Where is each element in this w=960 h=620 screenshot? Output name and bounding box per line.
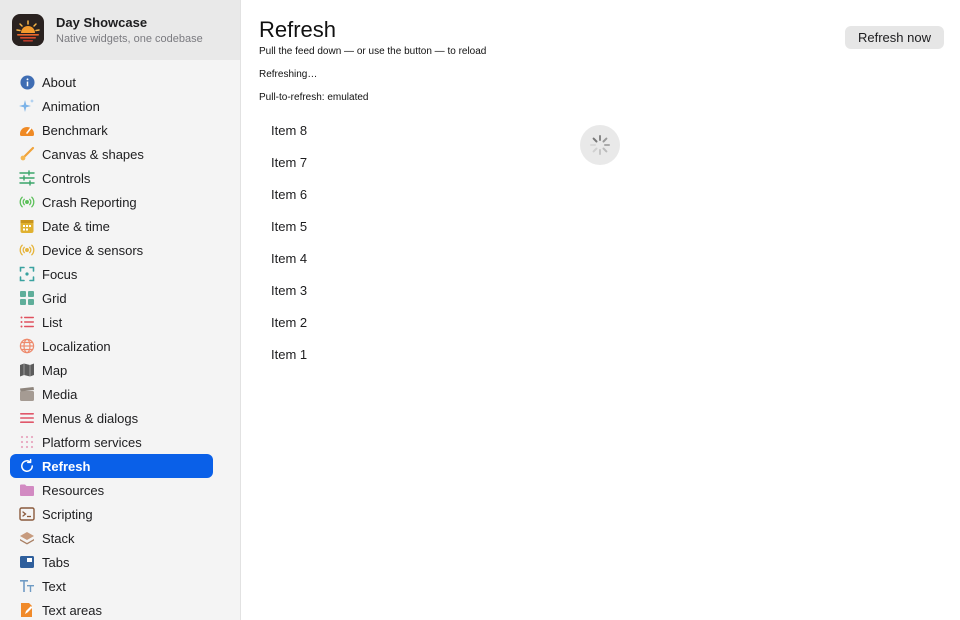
sidebar-item-label: Device & sensors [42,242,144,258]
sidebar-item-label: Map [42,362,68,378]
list-item: Item 2 [271,315,308,330]
sidebar: Day Showcase Native widgets, one codebas… [0,0,241,620]
sidebar-item-tabs[interactable]: Tabs [10,550,213,574]
sidebar-item-label: Crash Reporting [42,194,137,210]
sidebar-nav: About Animation Benchmark Canvas & shapes Co… [10,70,213,620]
layers-icon [19,530,35,546]
map-icon [19,362,35,378]
folder-icon [19,482,35,498]
tabs-icon [19,554,35,570]
app-header: Day Showcase Native widgets, one codebas… [0,0,240,60]
sidebar-item-date-and-time[interactable]: Date & time [10,214,213,238]
broadcast-icon [19,194,35,210]
refresh-status: Refreshing… [259,69,318,80]
app-subtitle: Native widgets, one codebase [56,32,203,45]
list-item: Item 3 [271,283,308,298]
focus-icon [19,266,35,282]
sidebar-item-refresh[interactable]: Refresh [10,454,213,478]
activity-spinner-icon [580,125,620,165]
refresh-mode: Pull-to-refresh: emulated [259,92,369,103]
sidebar-item-label: Focus [42,266,78,282]
sparkles-icon [19,98,35,114]
page-subtitle: Pull the feed down — or use the button —… [259,46,487,57]
sidebar-item-label: Localization [42,338,111,354]
grid-icon [19,290,35,306]
sliders-icon [19,170,35,186]
sidebar-item-label: Menus & dialogs [42,410,139,426]
sidebar-item-list[interactable]: List [10,310,213,334]
sidebar-item-label: Media [42,386,78,402]
sidebar-item-device-and-sensors[interactable]: Device & sensors [10,238,213,262]
dots-grid-icon [19,434,35,450]
sidebar-item-platform-services[interactable]: Platform services [10,430,213,454]
sidebar-item-canvas-and-shapes[interactable]: Canvas & shapes [10,142,213,166]
sidebar-item-animation[interactable]: Animation [10,94,213,118]
list-item: Item 7 [271,155,308,170]
list-item: Item 4 [271,251,308,266]
sidebar-item-label: Tabs [42,554,70,570]
sidebar-item-label: Controls [42,170,91,186]
list-item: Item 6 [271,187,308,202]
sidebar-item-label: Scripting [42,506,93,522]
calendar-icon [19,218,35,234]
sensor-icon [19,242,35,258]
list-item: Item 1 [271,347,308,362]
globe-icon [19,338,35,354]
text-icon [19,578,35,594]
clapperboard-icon [19,386,35,402]
refresh-now-button[interactable]: Refresh now [845,26,944,49]
paintbrush-icon [19,146,35,162]
sidebar-item-resources[interactable]: Resources [10,478,213,502]
sidebar-item-media[interactable]: Media [10,382,213,406]
sidebar-item-text-areas[interactable]: Text areas [10,598,213,620]
sidebar-item-grid[interactable]: Grid [10,286,213,310]
sidebar-item-label: Canvas & shapes [42,146,144,162]
sidebar-item-stack[interactable]: Stack [10,526,213,550]
menu-icon [19,410,35,426]
main-content: Refresh Pull the feed down — or use the … [241,0,960,620]
sidebar-item-controls[interactable]: Controls [10,166,213,190]
sidebar-item-localization[interactable]: Localization [10,334,213,358]
sidebar-item-label: List [42,314,63,330]
app-title: Day Showcase [56,14,148,30]
sidebar-item-menus-and-dialogs[interactable]: Menus & dialogs [10,406,213,430]
sunset-logo-icon [12,14,44,46]
sidebar-item-label: Benchmark [42,122,108,138]
sidebar-item-label: Platform services [42,434,142,450]
sidebar-item-label: Refresh [42,458,91,474]
sidebar-item-label: Text [42,578,66,594]
document-edit-icon [19,602,35,618]
refresh-icon [19,458,35,474]
list-item: Item 8 [271,123,308,138]
sidebar-item-label: About [42,74,76,90]
info-icon [19,74,35,90]
feed-list[interactable]: Item 8 Item 7 Item 6 Item 5 Item 4 Item 3 Item… [271,120,307,376]
sidebar-item-benchmark[interactable]: Benchmark [10,118,213,142]
sidebar-item-label: Stack [42,530,75,546]
sidebar-item-scripting[interactable]: Scripting [10,502,213,526]
sidebar-item-label: Text areas [42,602,102,618]
sidebar-item-about[interactable]: About [10,70,213,94]
terminal-icon [19,506,35,522]
list-item: Item 5 [271,219,308,234]
list-icon [19,314,35,330]
sidebar-item-label: Resources [42,482,105,498]
sidebar-item-map[interactable]: Map [10,358,213,382]
sidebar-item-text[interactable]: Text [10,574,213,598]
sidebar-item-label: Date & time [42,218,110,234]
page-title: Refresh [259,17,337,42]
sidebar-item-focus[interactable]: Focus [10,262,213,286]
gauge-icon [19,122,35,138]
sidebar-item-label: Grid [42,290,67,306]
sidebar-item-crash-reporting[interactable]: Crash Reporting [10,190,213,214]
sidebar-item-label: Animation [42,98,100,114]
